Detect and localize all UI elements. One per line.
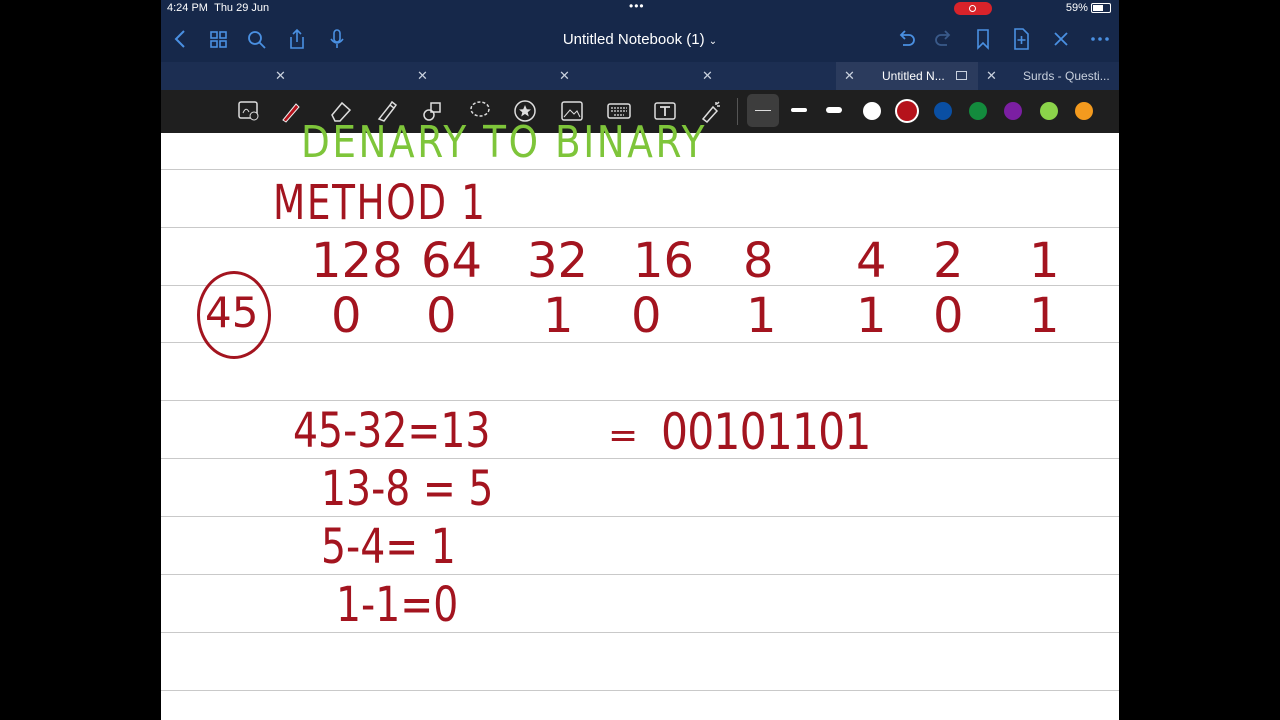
color-swatch-white[interactable] — [863, 102, 881, 120]
binary-result: 00101101 — [661, 403, 871, 461]
redo-icon[interactable] — [933, 27, 955, 57]
ipad-screen: 4:24 PM Thu 29 Jun ••• 59% Untitled Note… — [161, 0, 1119, 720]
status-icons: 59% — [1066, 2, 1111, 14]
place-value-1: 1 — [1029, 233, 1060, 289]
bit-64: 0 — [426, 288, 457, 344]
stroke-width-thick[interactable] — [826, 107, 842, 113]
working-step-2: 13-8 = 5 — [321, 461, 494, 517]
ruled-line — [161, 574, 1119, 575]
more-options-icon[interactable] — [1089, 27, 1111, 57]
color-swatch-orange[interactable] — [1075, 102, 1093, 120]
battery-icon — [1091, 3, 1111, 14]
status-time-date: 4:24 PM Thu 29 Jun — [167, 2, 270, 14]
bit-1: 1 — [1029, 288, 1060, 344]
ruled-line — [161, 169, 1119, 170]
navigation-bar: Untitled Notebook (1) ⌄ — [161, 18, 1119, 62]
decimal-value: 45 — [205, 288, 259, 337]
bit-4: 1 — [856, 288, 887, 344]
tab-2-close-icon[interactable]: ✕ — [417, 68, 428, 84]
color-swatch-purple[interactable] — [1004, 102, 1022, 120]
stroke-width-medium[interactable] — [791, 108, 807, 112]
place-value-8: 8 — [743, 233, 774, 289]
place-value-4: 4 — [856, 233, 887, 289]
color-swatch-red-selected[interactable] — [897, 101, 917, 121]
stroke-width-thin-selected[interactable] — [747, 94, 779, 127]
battery-percent: 59% — [1065, 2, 1088, 14]
screen-recording-indicator[interactable] — [954, 2, 992, 15]
bookmark-icon[interactable] — [973, 27, 993, 57]
bit-128: 0 — [331, 288, 362, 344]
toolbar-divider — [737, 98, 738, 125]
tab-surds-close-icon[interactable]: ✕ — [986, 68, 997, 84]
place-value-32: 32 — [527, 233, 589, 289]
color-swatch-green[interactable] — [969, 102, 987, 120]
tab-surds[interactable]: Surds - Questi... — [1023, 62, 1119, 90]
pen-icon[interactable] — [279, 99, 303, 123]
place-value-128: 128 — [311, 233, 403, 289]
undo-icon[interactable] — [895, 27, 917, 57]
bit-32: 1 — [543, 288, 574, 344]
tab-untitled-notebook[interactable]: ✕ Untitled N... — [836, 62, 978, 90]
tab-1-close-icon[interactable]: ✕ — [275, 68, 286, 84]
close-toolbar-icon[interactable] — [1051, 27, 1071, 57]
bit-8: 1 — [746, 288, 777, 344]
multitasking-dots[interactable]: ••• — [629, 0, 645, 13]
tab-4-close-icon[interactable]: ✕ — [702, 68, 713, 84]
chevron-down-icon: ⌄ — [708, 36, 718, 47]
working-step-1: 45-32=13 — [293, 403, 491, 459]
handwritten-heading: DENARY TO BINARY — [301, 117, 707, 168]
ruled-line — [161, 632, 1119, 633]
color-swatch-lime[interactable] — [1040, 102, 1058, 120]
color-swatch-blue[interactable] — [934, 102, 952, 120]
place-value-16: 16 — [633, 233, 695, 289]
lasso-zoom-icon[interactable] — [237, 99, 261, 123]
tab-bar: ✕ ✕ ✕ ✕ ✕ Untitled N... ✕ Surds - Questi… — [161, 62, 1119, 90]
ruled-line — [161, 400, 1119, 401]
add-page-icon[interactable] — [1011, 27, 1031, 57]
tab-active-close-icon[interactable]: ✕ — [844, 62, 855, 90]
bit-2: 0 — [933, 288, 964, 344]
tab-3-close-icon[interactable]: ✕ — [559, 68, 570, 84]
ruled-line — [161, 690, 1119, 691]
status-bar: 4:24 PM Thu 29 Jun ••• 59% — [161, 0, 1119, 18]
handwritten-method-label: METHOD 1 — [273, 175, 487, 231]
bit-16: 0 — [631, 288, 662, 344]
place-value-2: 2 — [933, 233, 964, 289]
ruled-line — [161, 516, 1119, 517]
result-equals: = — [608, 415, 639, 456]
split-view-icon[interactable] — [956, 71, 967, 80]
working-step-3: 5-4= 1 — [321, 519, 456, 575]
working-step-4: 1-1=0 — [336, 577, 459, 633]
notebook-page[interactable]: DENARY TO BINARY METHOD 1 128 64 32 16 8… — [161, 117, 1119, 720]
place-value-64: 64 — [421, 233, 483, 289]
